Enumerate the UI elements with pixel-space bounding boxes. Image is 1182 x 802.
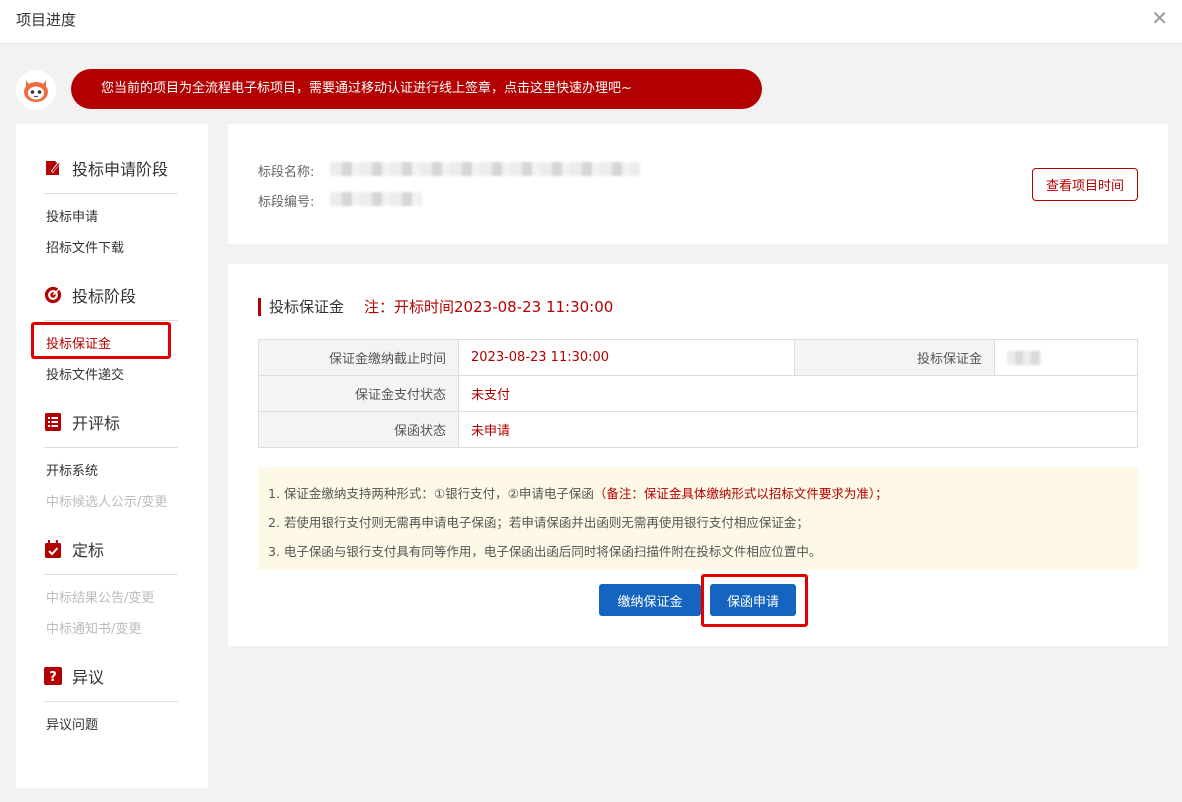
section-title: 异议	[72, 668, 105, 687]
guarantee-status-value: 未申请	[458, 411, 1138, 448]
divider	[44, 701, 178, 702]
close-icon[interactable]: ✕	[1151, 8, 1168, 28]
deposit-amount-value	[994, 339, 1138, 376]
divider	[44, 320, 178, 321]
svg-text:?: ?	[49, 670, 57, 685]
nav-bid-application[interactable]: 投标申请	[46, 206, 98, 225]
section-title: 开评标	[72, 414, 121, 433]
section-name-label: 标段名称:	[258, 165, 315, 180]
section-title: 定标	[72, 541, 105, 560]
payment-status-label: 保证金支付状态	[258, 375, 459, 412]
section-award: 定标	[44, 537, 104, 561]
nav-winning-candidate-notice: 中标候选人公示/变更	[46, 495, 168, 510]
deposit-info-table: 保证金缴纳截止时间 2023-08-23 11:30:00 投标保证金 保证金支…	[258, 339, 1138, 448]
notice-remark: （备注：保证金具体缴纳形式以招标文件要求为准）；	[593, 486, 888, 501]
table-row: 保证金缴纳截止时间 2023-08-23 11:30:00 投标保证金	[258, 339, 1138, 376]
divider	[44, 193, 178, 194]
nav-tender-doc-download[interactable]: 招标文件下载	[46, 237, 124, 256]
section-info-card: 标段名称: 标段编号: 查看项目时间	[228, 124, 1168, 244]
deposit-notice-box: 1. 保证金缴纳支持两种形式：①银行支付，②申请电子保函（备注：保证金具体缴纳形…	[258, 467, 1138, 570]
deposit-section-title: 投标保证金 注：开标时间2023-08-23 11:30:00	[258, 296, 613, 317]
section-bid-opening: 开评标	[44, 410, 120, 434]
section-bid-application: 投标申请阶段	[44, 156, 168, 180]
section-name-value-blurred	[330, 162, 640, 176]
e-signature-banner[interactable]: 您当前的项目为全流程电子标项目，需要通过移动认证进行线上签章，点击这里快速办理吧…	[71, 69, 762, 109]
document-edit-icon	[44, 159, 62, 177]
section-objection: ? 异议	[44, 664, 104, 688]
nav-bid-submission[interactable]: 投标文件递交	[46, 364, 124, 383]
deposit-title: 投标保证金	[269, 298, 345, 316]
guarantee-status-label: 保函状态	[258, 411, 459, 448]
view-project-time-button[interactable]: 查看项目时间	[1032, 168, 1138, 201]
calendar-check-icon	[44, 540, 62, 558]
nav-bid-deposit[interactable]: 投标保证金	[46, 333, 111, 352]
target-icon	[44, 286, 62, 304]
deadline-label: 保证金缴纳截止时间	[258, 339, 459, 376]
table-row: 保函状态 未申请	[258, 411, 1138, 448]
list-icon	[44, 413, 62, 431]
nav-award-letter: 中标通知书/变更	[46, 622, 142, 637]
section-code-value-blurred	[330, 192, 422, 206]
notice-line-1: 1. 保证金缴纳支持两种形式：①银行支付，②申请电子保函（备注：保证金具体缴纳形…	[268, 479, 1128, 508]
deadline-value: 2023-08-23 11:30:00	[458, 339, 795, 376]
notice-line-3: 3. 电子保函与银行支付具有同等作用，电子保函出函后同时将保函扫描件附在投标文件…	[268, 544, 822, 559]
payment-status-value: 未支付	[458, 375, 1138, 412]
notice-text: 1. 保证金缴纳支持两种形式：①银行支付，②申请电子保函	[268, 486, 594, 501]
divider	[44, 574, 178, 575]
section-bidding: 投标阶段	[44, 283, 136, 307]
section-title: 投标阶段	[72, 287, 137, 306]
window-title: 项目进度	[16, 11, 77, 29]
section-code-label: 标段编号:	[258, 195, 315, 210]
title-accent-bar	[258, 297, 261, 316]
bid-deposit-card: 投标保证金 注：开标时间2023-08-23 11:30:00 保证金缴纳截止时…	[228, 264, 1168, 646]
deposit-amount-label: 投标保证金	[794, 339, 995, 376]
progress-sidebar: 投标申请阶段 投标申请 招标文件下载 投标阶段 投标保证金 投标文件递交 开评标…	[16, 124, 208, 788]
pay-deposit-button[interactable]: 缴纳保证金	[599, 584, 701, 616]
question-icon: ?	[44, 667, 62, 685]
nav-bid-opening-system[interactable]: 开标系统	[46, 460, 98, 479]
mascot-icon	[16, 70, 56, 110]
section-title: 投标申请阶段	[72, 160, 169, 179]
table-row: 保证金支付状态 未支付	[258, 375, 1138, 412]
guarantee-apply-button[interactable]: 保函申请	[710, 584, 796, 616]
nav-award-result-notice: 中标结果公告/变更	[46, 591, 155, 606]
nav-objection-issues[interactable]: 异议问题	[46, 714, 98, 733]
notice-line-2: 2. 若使用银行支付则无需再申请电子保函；若申请保函并出函则无需再使用银行支付相…	[268, 515, 809, 530]
title-bar: 项目进度 ✕	[0, 0, 1182, 44]
opening-time-note: 注：开标时间2023-08-23 11:30:00	[364, 298, 614, 316]
divider	[44, 447, 178, 448]
